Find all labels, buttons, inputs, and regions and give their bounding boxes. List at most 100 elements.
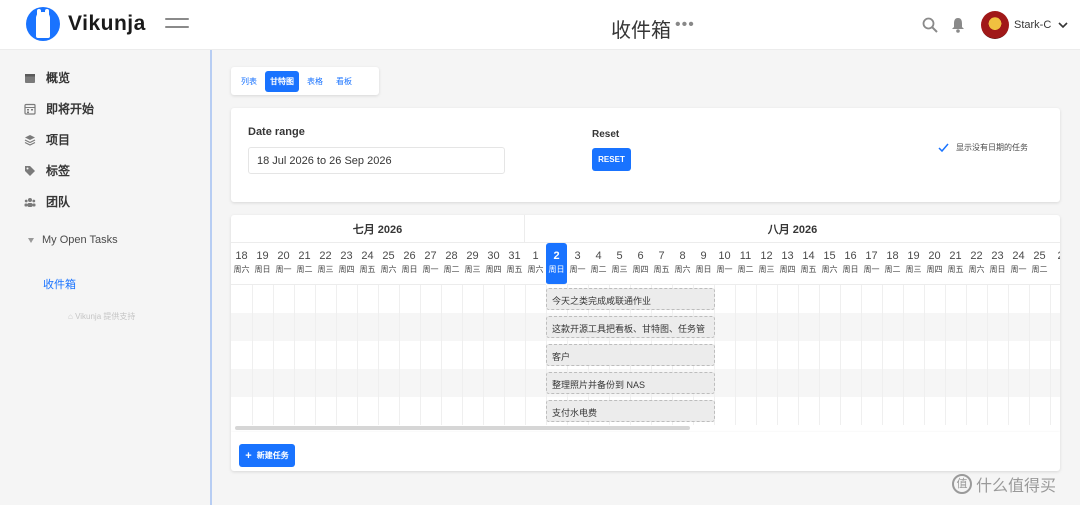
day-number: 22 [319,250,332,262]
day-column: 18 周二 [882,243,903,285]
grid-line [798,285,799,425]
collapse-triangle-icon[interactable] [28,237,34,243]
weekday-label: 周六 [674,265,691,274]
powered-by[interactable]: ⌂ Vikunja 提供支持 [68,311,135,322]
day-column: 17 周一 [861,243,882,285]
day-column: 31 周五 [504,243,525,285]
bell-icon[interactable] [950,17,966,33]
tab-kanban[interactable]: 看板 [331,71,357,92]
show-undated-label: 显示没有日期的任务 [956,143,1028,152]
sidebar-item-labels[interactable]: 标签 [24,162,70,179]
project-options-icon[interactable]: ••• [675,16,695,34]
grid-line [987,285,988,425]
horizontal-scrollbar[interactable] [235,426,690,430]
day-number: 1 [532,250,539,262]
grid-line [1029,285,1030,425]
tab-table[interactable]: 表格 [302,71,328,92]
sidebar: 概览 即将开始 项目 标签 团队 My Open Tasks 收件箱 ⌂ Vik… [0,50,212,505]
day-number: 5 [616,250,623,262]
tab-gantt[interactable]: 甘特图 [265,70,299,92]
weekday-label: 周一 [422,265,439,274]
day-column: 25 周六 [378,243,399,285]
day-number: 31 [508,250,521,262]
day-number: 17 [865,250,878,262]
sidebar-item-projects[interactable]: 项目 [24,131,70,148]
day-column: 22 周三 [315,243,336,285]
tab-list[interactable]: 列表 [236,71,262,92]
sidebar-project-inbox[interactable]: 收件箱 [43,276,76,292]
search-icon[interactable] [922,17,938,33]
day-column: 11 周二 [735,243,756,285]
date-range-label: Date range [248,126,305,138]
day-number: 24 [1012,250,1025,262]
username[interactable]: Stark-C [1014,19,1051,31]
day-number: 19 [907,250,920,262]
sidebar-item-upcoming[interactable]: 即将开始 [24,100,94,117]
day-column: 29 周三 [462,243,483,285]
grid-line [504,285,505,425]
day-column: 23 周日 [987,243,1008,285]
weekday-label: 周日 [695,265,712,274]
weekday-label: 周二 [443,265,460,274]
weekday-label: 周日 [989,265,1006,274]
day-number: 19 [256,250,269,262]
weekday-label: 周五 [506,265,523,274]
calendar-grid-icon [24,103,36,115]
chevron-down-icon[interactable] [1057,19,1069,31]
logo[interactable]: Vikunja [26,7,146,41]
weekday-label: 周六 [527,265,544,274]
sidebar-item-label: 标签 [46,164,71,178]
weekday-label: 周四 [632,265,649,274]
grid-line [735,285,736,425]
avatar[interactable] [981,11,1009,39]
day-number: 23 [991,250,1004,262]
date-range-input[interactable]: 18 Jul 2026 to 26 Sep 2026 [248,147,505,174]
day-column: 15 周六 [819,243,840,285]
show-undated-checkbox[interactable]: 显示没有日期的任务 [938,142,1028,153]
grid-line [945,285,946,425]
task-bar[interactable]: 支付水电费 [546,400,715,422]
weekday-label: 周二 [737,265,754,274]
day-column: 1 周六 [525,243,546,285]
weekday-label: 周一 [863,265,880,274]
day-number: 27 [424,250,437,262]
page-title: 收件箱 [611,20,671,42]
weekday-label: 周一 [716,265,733,274]
sidebar-item-overview[interactable]: 概览 [24,69,70,86]
weekday-label: 周日 [254,265,271,274]
task-bar[interactable]: 今天之类完成咸联通作业 [546,288,715,310]
day-column: 3 周一 [567,243,588,285]
task-bar[interactable]: 客户 [546,344,715,366]
day-number: 15 [823,250,836,262]
day-number: 2 [1050,250,1060,262]
reset-button[interactable]: RESET [592,148,631,171]
weekday-label: 周二 [296,265,313,274]
top-bar: Vikunja 收件箱 ••• Stark-C [0,0,1080,50]
sidebar-item-teams[interactable]: 团队 [24,193,70,210]
grid-line [336,285,337,425]
sidebar-item-label: 项目 [46,133,71,147]
day-number: 21 [949,250,962,262]
sidebar-project-label: My Open Tasks [42,234,118,246]
new-task-button[interactable]: + 新建任务 [239,444,295,467]
checkmark-icon [938,143,949,153]
weekday-label: 周五 [800,265,817,274]
powered-by-label: Vikunja 提供支持 [75,312,136,321]
day-number: 20 [928,250,941,262]
grid-line [378,285,379,425]
grid-line [903,285,904,425]
day-column: 19 周三 [903,243,924,285]
grid-line [756,285,757,425]
day-header-row: 18 周六 19 周日 20 周一 21 周二 22 周三 23 周四 24 周五 25 周六 26 周日 27 周一… [231,243,1060,285]
day-column: 13 周四 [777,243,798,285]
task-bar[interactable]: 这款开源工具把看板、甘特图、任务管 [546,316,715,338]
sidebar-project-my-open-tasks[interactable]: My Open Tasks [28,234,118,246]
menu-toggle-icon[interactable] [165,18,189,32]
day-number: 20 [277,250,290,262]
day-column: 16 周日 [840,243,861,285]
day-column: 2 [1050,243,1060,285]
weekday-label: 周日 [842,265,859,274]
day-column: 7 周五 [651,243,672,285]
watermark-logo-icon: 值 [952,474,972,494]
task-bar[interactable]: 整理照片并备份到 NAS [546,372,715,394]
